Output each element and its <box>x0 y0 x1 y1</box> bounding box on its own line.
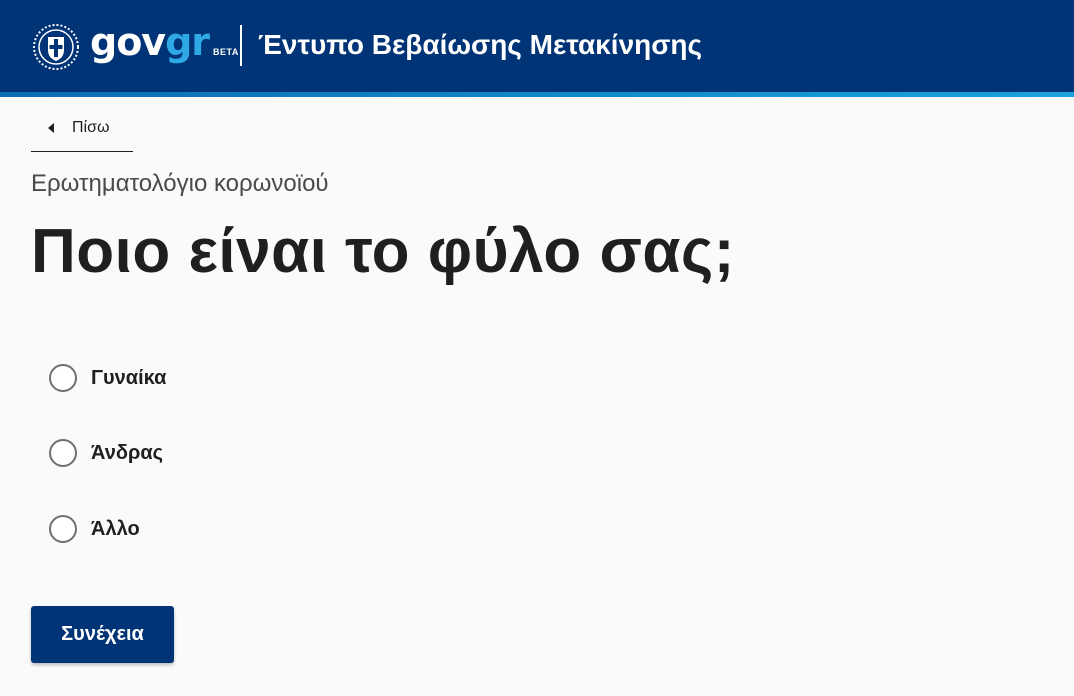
caret-left-icon <box>48 122 54 133</box>
radio-button[interactable] <box>49 515 77 543</box>
logo-gov-text: gov <box>90 20 166 64</box>
radio-option-label: Άνδρας <box>91 441 164 464</box>
greek-coat-of-arms-icon[interactable] <box>32 23 80 71</box>
radio-option-male[interactable]: Άνδρας <box>49 439 163 467</box>
radio-button[interactable] <box>49 439 77 467</box>
radio-button[interactable] <box>49 364 77 392</box>
radio-option-label: Άλλο <box>91 517 140 540</box>
radio-option-female[interactable]: Γυναίκα <box>49 364 166 392</box>
header-accent-stripe <box>0 92 1074 97</box>
site-header: gov gr BETA Έντυπο Βεβαίωσης Μετακίνησης <box>0 0 1074 92</box>
beta-badge: BETA <box>213 47 239 57</box>
header-divider <box>240 25 242 66</box>
question-heading: Ποιο είναι το φύλο σας; <box>31 217 735 286</box>
logo-gr-text: gr <box>165 20 210 64</box>
continue-button[interactable]: Συνέχεια <box>31 606 174 663</box>
service-title: Έντυπο Βεβαίωσης Μετακίνησης <box>258 29 703 60</box>
back-link[interactable]: Πίσω <box>31 104 133 152</box>
radio-option-label: Γυναίκα <box>91 366 167 389</box>
back-link-label: Πίσω <box>72 118 110 136</box>
form-caption: Ερωτηματολόγιο κορωνοϊού <box>31 170 329 197</box>
govgr-logo[interactable]: gov gr BETA <box>90 16 239 68</box>
radio-option-other[interactable]: Άλλο <box>49 515 140 543</box>
